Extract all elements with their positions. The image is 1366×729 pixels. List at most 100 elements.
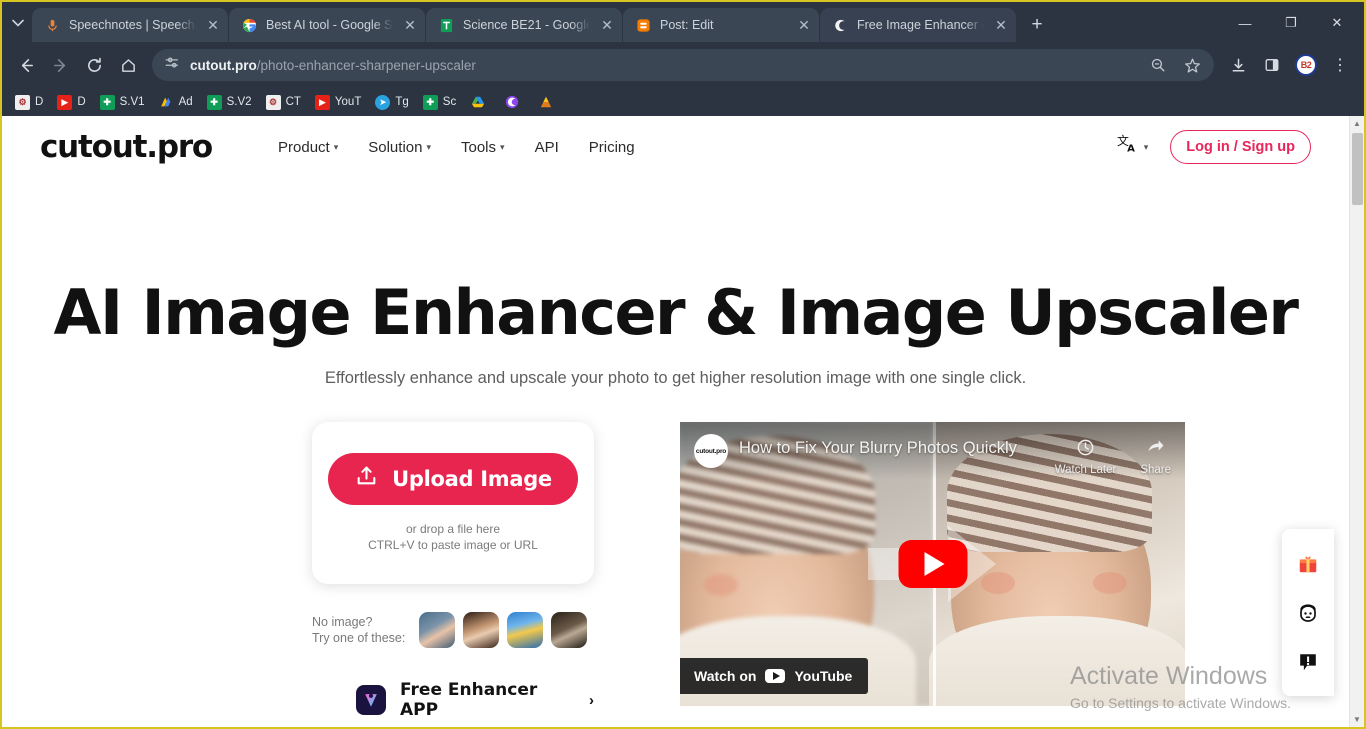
close-icon[interactable]: ✕ — [795, 16, 813, 34]
language-selector[interactable]: 文A ▾ — [1117, 133, 1149, 161]
bookmark-item[interactable] — [497, 93, 531, 112]
nav-item-api[interactable]: API — [535, 139, 559, 156]
download-icon[interactable] — [1222, 49, 1254, 81]
bookmark-label: S.V2 — [226, 96, 252, 108]
sample-anime-character[interactable] — [507, 612, 544, 648]
close-icon[interactable]: ✕ — [992, 16, 1010, 34]
browser-tab-active[interactable]: Free Image Enhancer & Image ✕ — [820, 8, 1016, 42]
scrollbar-thumb[interactable] — [1352, 133, 1363, 205]
scroll-up-icon[interactable]: ▲ — [1350, 116, 1364, 131]
chevron-down-icon: ▾ — [333, 141, 339, 152]
svg-text:A: A — [1127, 143, 1135, 154]
blogger-icon — [635, 17, 652, 34]
chevron-down-icon: ▾ — [426, 141, 431, 152]
browser-tab[interactable]: Best AI tool - Google Search ✕ — [229, 8, 425, 42]
zoom-search-icon[interactable] — [1142, 49, 1174, 81]
back-icon[interactable] — [10, 49, 42, 81]
site-header: cutout.pro Product ▾ Solution ▾ Tools ▾ API… — [2, 116, 1349, 178]
sample-girl-portrait[interactable] — [419, 612, 456, 648]
watch-on-label: Watch on — [694, 668, 757, 684]
feedback-icon[interactable] — [1282, 637, 1334, 686]
support-face-icon[interactable] — [1282, 588, 1334, 637]
upload-button-label: Upload Image — [392, 467, 552, 491]
side-panel-icon[interactable] — [1256, 49, 1288, 81]
sheets-icon: ✚ — [206, 94, 222, 110]
login-signup-button[interactable]: Log in / Sign up — [1170, 130, 1311, 164]
main-nav: Product ▾ Solution ▾ Tools ▾ API Pricing — [278, 139, 635, 156]
free-enhancer-app-link[interactable]: Free Enhancer APP › — [312, 680, 594, 720]
address-bar[interactable]: cutout.pro/photo-enhancer-sharpener-upsc… — [152, 49, 1214, 81]
bookmark-star-icon[interactable] — [1176, 49, 1208, 81]
bookmark-item[interactable]: ✚ Sc — [416, 93, 463, 112]
sample-vintage-portrait[interactable] — [551, 612, 588, 648]
gift-icon[interactable] — [1282, 539, 1334, 588]
bookmark-item[interactable]: Ad — [152, 93, 200, 112]
upload-image-button[interactable]: Upload Image — [328, 453, 578, 505]
browser-tab[interactable]: Science BE21 - Google Sheets ✕ — [426, 8, 622, 42]
drop-hint: or drop a file here CTRL+V to paste imag… — [368, 521, 538, 553]
close-icon[interactable]: ✕ — [401, 16, 419, 34]
tab-title: Speechnotes | Speech to Text — [69, 18, 196, 32]
site-logo[interactable]: cutout.pro — [40, 129, 213, 165]
channel-avatar[interactable]: cutout.pro — [694, 434, 728, 468]
nav-label: Tools — [461, 138, 497, 156]
bookmark-item[interactable]: ✚ S.V1 — [93, 93, 152, 112]
nav-item-product[interactable]: Product ▾ — [278, 139, 338, 156]
browser-tab[interactable]: Post: Edit ✕ — [623, 8, 819, 42]
browser-tab[interactable]: Speechnotes | Speech to Text ✕ — [32, 8, 228, 42]
floating-side-widget — [1282, 529, 1334, 696]
video-title[interactable]: How to Fix Your Blurry Photos Quickly — [739, 439, 1017, 458]
sample-prompt-line1: No image? — [312, 615, 373, 629]
bookmark-item[interactable]: ➤ Tg — [368, 93, 415, 112]
watch-on-youtube-button[interactable]: Watch on YouTube — [680, 658, 869, 694]
url-text: cutout.pro/photo-enhancer-sharpener-upsc… — [190, 58, 1132, 73]
sample-woman-portrait[interactable] — [463, 612, 500, 648]
enhancer-app-label: Free Enhancer APP — [400, 680, 538, 720]
bookmark-item[interactable] — [531, 93, 565, 112]
browser-toolbar: cutout.pro/photo-enhancer-sharpener-upsc… — [2, 42, 1364, 88]
doc-icon: ⚙ — [265, 94, 281, 110]
cheek — [704, 574, 738, 596]
nav-item-solution[interactable]: Solution ▾ — [368, 139, 431, 156]
google-icon — [241, 17, 258, 34]
sample-prompt: No image? Try one of these: — [312, 614, 405, 646]
close-icon[interactable]: ✕ — [204, 16, 222, 34]
bookmark-label: YouT — [334, 96, 362, 108]
site-settings-icon[interactable] — [164, 55, 180, 76]
enhancer-app-icon — [356, 685, 386, 715]
share-button[interactable]: Share — [1140, 438, 1171, 476]
tab-title: Science BE21 - Google Sheets — [463, 18, 590, 32]
nav-item-tools[interactable]: Tools ▾ — [461, 139, 505, 156]
minimize-button[interactable]: — — [1222, 6, 1268, 40]
scroll-down-icon[interactable]: ▼ — [1350, 712, 1364, 727]
profile-avatar[interactable]: B2 — [1290, 49, 1322, 81]
bookmark-item[interactable]: ⚙ D — [8, 93, 50, 112]
youtube-icon: ▶ — [314, 94, 330, 110]
forward-icon[interactable] — [44, 49, 76, 81]
watch-later-label: Watch Later — [1054, 464, 1117, 476]
maximize-button[interactable]: ❐ — [1268, 6, 1314, 40]
bookmark-item[interactable]: ▶ YouT — [308, 93, 368, 112]
web-page: cutout.pro Product ▾ Solution ▾ Tools ▾ API… — [2, 116, 1349, 727]
play-button[interactable] — [898, 540, 967, 588]
upload-dropzone[interactable]: Upload Image or drop a file here CTRL+V … — [312, 422, 594, 584]
bookmark-item[interactable]: ✚ S.V2 — [200, 93, 259, 112]
url-path: /photo-enhancer-sharpener-upscaler — [256, 57, 476, 73]
page-scrollbar[interactable]: ▲ ▼ — [1349, 116, 1364, 727]
new-tab-button[interactable]: + — [1022, 10, 1052, 40]
home-icon[interactable] — [112, 49, 144, 81]
bookmark-item[interactable]: ⚙ CT — [259, 93, 308, 112]
close-icon[interactable]: ✕ — [598, 16, 616, 34]
close-window-button[interactable]: ✕ — [1314, 6, 1360, 40]
nav-item-pricing[interactable]: Pricing — [589, 139, 635, 156]
reload-icon[interactable] — [78, 49, 110, 81]
watch-later-button[interactable]: Watch Later — [1054, 438, 1117, 476]
tab-search-button[interactable] — [4, 6, 32, 40]
browser-menu-icon[interactable]: ⋮ — [1324, 49, 1356, 81]
youtube-video-embed[interactable]: cutout.pro How to Fix Your Blurry Photos… — [680, 422, 1185, 706]
share-icon — [1146, 438, 1165, 460]
bookmark-item[interactable]: ▶ D — [50, 93, 92, 112]
bookmark-item[interactable] — [463, 93, 497, 112]
microphone-icon — [44, 17, 61, 34]
cutout-pro-icon — [504, 95, 519, 110]
